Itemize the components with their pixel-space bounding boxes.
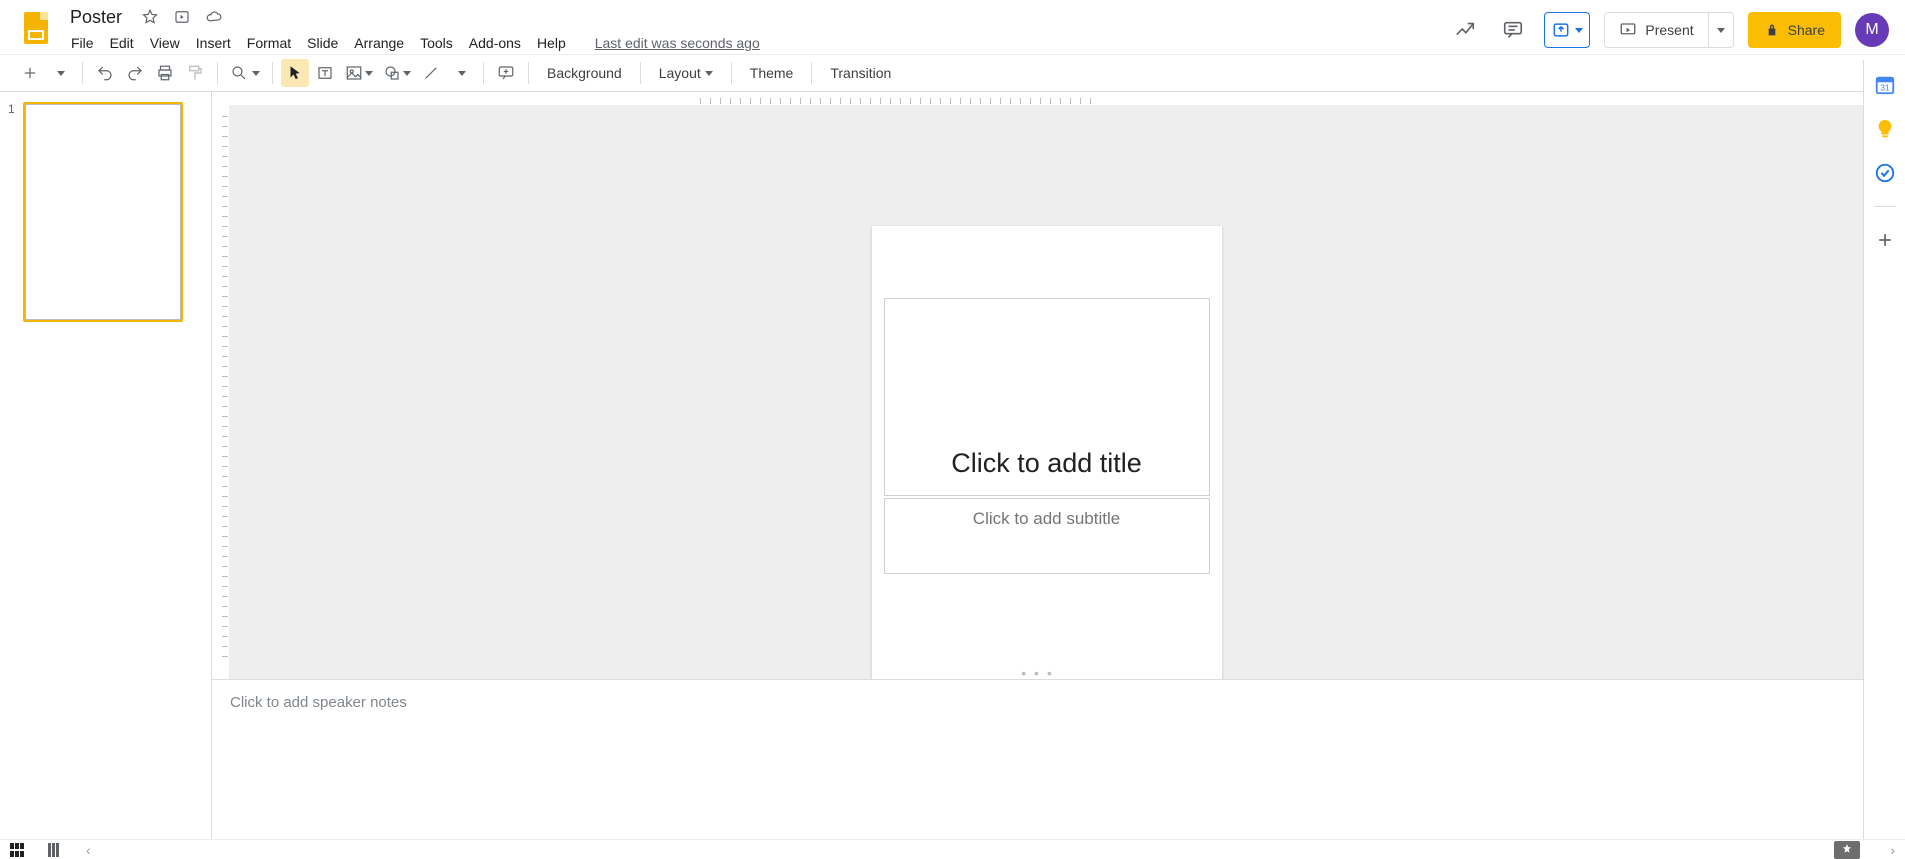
redo-button[interactable] [121, 59, 149, 87]
present-dropdown[interactable] [1709, 28, 1733, 33]
comment-button[interactable] [492, 59, 520, 87]
new-slide-button[interactable] [16, 59, 44, 87]
title-placeholder[interactable]: Click to add title [884, 298, 1210, 496]
comments-icon[interactable] [1496, 13, 1530, 47]
transition-button[interactable]: Transition [820, 59, 901, 87]
menu-slide[interactable]: Slide [300, 31, 345, 55]
menu-insert[interactable]: Insert [189, 31, 238, 55]
star-icon[interactable] [140, 7, 160, 27]
slide-number: 1 [8, 102, 15, 322]
menu-bar: File Edit View Insert Format Slide Arran… [64, 31, 760, 55]
image-tool[interactable] [341, 59, 377, 87]
slide-thumb-1[interactable]: 1 [8, 102, 203, 322]
menu-help[interactable]: Help [530, 31, 573, 55]
theme-button[interactable]: Theme [740, 59, 804, 87]
layout-button[interactable]: Layout [649, 59, 723, 87]
menu-addons[interactable]: Add-ons [462, 31, 528, 55]
explore-button[interactable] [1834, 841, 1860, 859]
toolbar: Background Layout Theme Transition [0, 54, 1905, 92]
textbox-tool[interactable] [311, 59, 339, 87]
print-button[interactable] [151, 59, 179, 87]
sidepanel-toggle-icon[interactable]: › [1890, 842, 1895, 858]
menu-file[interactable]: File [64, 31, 101, 55]
paint-format-button [181, 59, 209, 87]
filmstrip-view-icon[interactable] [48, 843, 66, 857]
doc-header: Poster File Edit View Insert Format Slid… [0, 0, 1905, 54]
menu-edit[interactable]: Edit [103, 31, 141, 55]
present-label: Present [1645, 22, 1693, 38]
side-divider [1874, 206, 1896, 207]
present-button[interactable]: Present [1604, 12, 1733, 48]
prev-chevron-icon[interactable]: ‹ [86, 842, 91, 858]
grid-view-icon[interactable] [10, 843, 28, 857]
menu-tools[interactable]: Tools [413, 31, 460, 55]
speaker-notes[interactable]: Click to add speaker notes [212, 679, 1863, 839]
bottom-bar: ‹ › [0, 839, 1905, 859]
shape-tool[interactable] [379, 59, 415, 87]
addons-plus-icon[interactable] [1874, 229, 1896, 251]
tasks-icon[interactable] [1874, 162, 1896, 184]
share-label: Share [1788, 22, 1825, 38]
last-edit-link[interactable]: Last edit was seconds ago [595, 35, 760, 51]
zoom-button[interactable] [226, 59, 264, 87]
notes-resize-handle[interactable]: • • • [212, 667, 1863, 679]
thumb-preview[interactable] [23, 102, 183, 322]
share-button[interactable]: Share [1748, 12, 1841, 48]
menu-arrange[interactable]: Arrange [347, 31, 411, 55]
doc-title-input[interactable]: Poster [64, 5, 128, 30]
new-slide-dropdown[interactable] [46, 59, 74, 87]
svg-text:31: 31 [1880, 84, 1890, 93]
keep-icon[interactable] [1874, 118, 1896, 140]
line-tool[interactable] [417, 59, 445, 87]
calendar-icon[interactable]: 31 [1874, 74, 1896, 96]
menu-view[interactable]: View [143, 31, 187, 55]
slides-logo[interactable] [16, 10, 56, 50]
horizontal-ruler[interactable] [230, 92, 1863, 106]
account-avatar[interactable]: M [1855, 13, 1889, 47]
present-to-meeting-button[interactable] [1544, 12, 1590, 48]
slide-canvas[interactable]: Click to add title Click to add subtitle [872, 226, 1222, 720]
menu-format[interactable]: Format [240, 31, 298, 55]
subtitle-placeholder[interactable]: Click to add subtitle [884, 498, 1210, 574]
move-icon[interactable] [172, 7, 192, 27]
filmstrip[interactable]: 1 [0, 92, 212, 839]
undo-button[interactable] [91, 59, 119, 87]
background-button[interactable]: Background [537, 59, 632, 87]
select-tool[interactable] [281, 59, 309, 87]
line-dropdown[interactable] [447, 59, 475, 87]
activity-icon[interactable] [1448, 13, 1482, 47]
cloud-status-icon[interactable] [204, 7, 224, 27]
side-panel: 31 [1863, 60, 1905, 859]
